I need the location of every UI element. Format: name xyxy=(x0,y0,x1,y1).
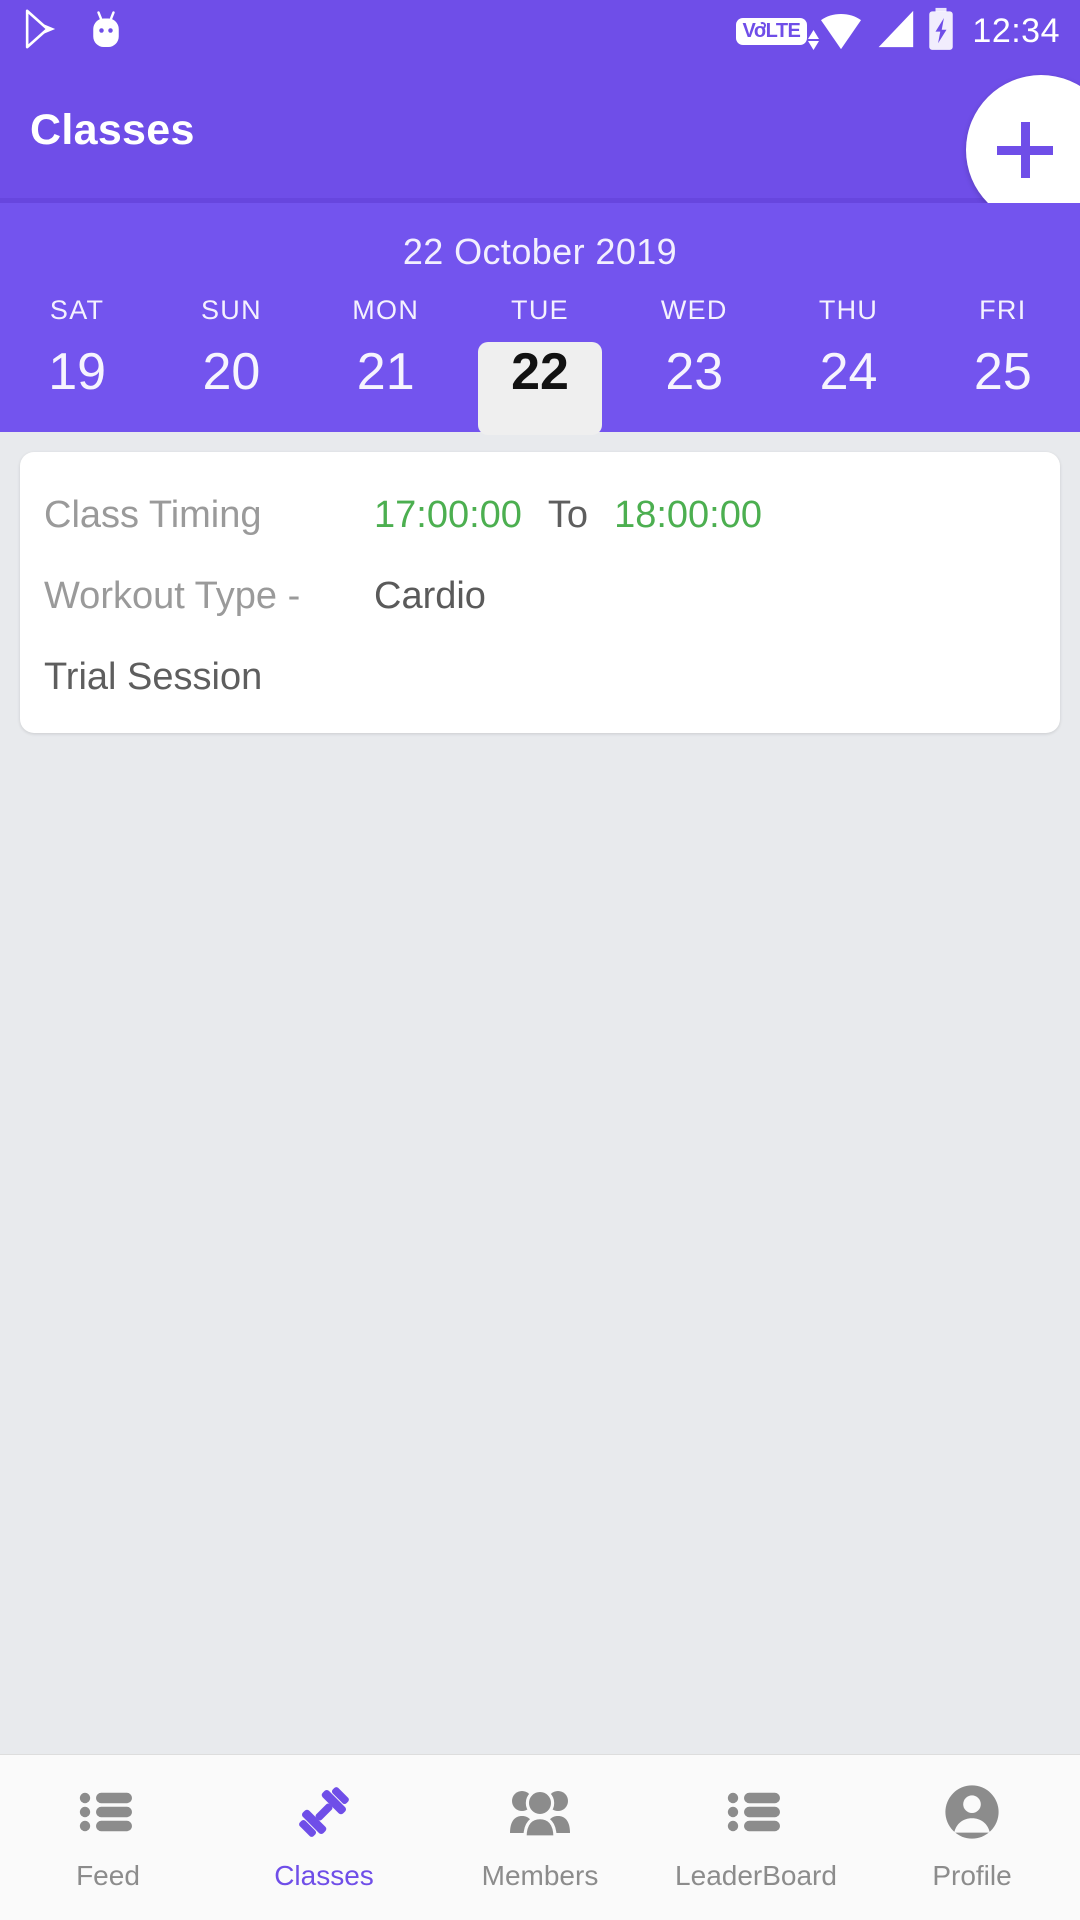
workout-type-value: Cardio xyxy=(374,575,486,617)
calendar-day-fri[interactable]: FRI 25 xyxy=(926,295,1080,398)
dumbbell-icon xyxy=(293,1781,355,1843)
status-bar-clock: 12:34 xyxy=(972,11,1060,50)
status-bar-notifications xyxy=(22,8,126,55)
calendar-strip: 22 October 2019 SAT 19 SUN 20 MON 21 TUE… xyxy=(0,203,1080,435)
calendar-day-number: 20 xyxy=(202,343,261,401)
calendar-day-number: 25 xyxy=(973,343,1032,401)
class-start-time: 17:00:00 xyxy=(374,494,522,536)
class-timing-row: Class Timing 17:00:00 To 18:00:00 xyxy=(20,494,1060,537)
calendar-day-number: 24 xyxy=(819,343,878,401)
workout-type-row: Workout Type - Cardio xyxy=(20,575,1060,618)
list-icon xyxy=(79,1781,137,1843)
class-timing-separator: To xyxy=(547,494,589,536)
class-timing-label: Class Timing xyxy=(44,494,262,536)
calendar-day-number: 19 xyxy=(48,343,107,401)
app-bar: Classes xyxy=(0,62,1080,225)
calendar-day-name: MON xyxy=(352,295,420,325)
nav-item-members[interactable]: Members xyxy=(432,1781,648,1892)
calendar-days-row: SAT 19 SUN 20 MON 21 TUE 22 WED 23 THU 2… xyxy=(0,295,1080,435)
class-list: Class Timing 17:00:00 To 18:00:00 Workou… xyxy=(0,432,1080,733)
list-icon xyxy=(727,1781,785,1843)
cellular-signal-icon xyxy=(875,9,915,54)
plus-icon xyxy=(997,122,1053,178)
nav-item-leaderboard[interactable]: LeaderBoard xyxy=(648,1781,864,1892)
nav-label: Feed xyxy=(76,1860,140,1891)
calendar-day-tue-selected[interactable]: TUE 22 xyxy=(463,295,617,435)
nav-item-classes[interactable]: Classes xyxy=(216,1781,432,1892)
nav-label: Members xyxy=(481,1860,599,1891)
calendar-day-thu[interactable]: THU 24 xyxy=(771,295,925,398)
nav-label: Classes xyxy=(274,1860,374,1891)
nav-item-profile[interactable]: Profile xyxy=(864,1781,1080,1892)
calendar-selected-date-label: 22 October 2019 xyxy=(402,231,678,272)
battery-charging-icon xyxy=(926,7,956,56)
person-circle-icon xyxy=(943,1781,1001,1843)
calendar-day-name: SAT xyxy=(49,295,105,325)
calendar-day-wed[interactable]: WED 23 xyxy=(617,295,771,398)
calendar-day-name: TUE xyxy=(511,295,569,325)
page-title: Classes xyxy=(30,105,195,154)
volte-icon: VoLTE xyxy=(735,17,808,45)
class-end-time: 18:00:00 xyxy=(614,494,762,536)
calendar-day-sat[interactable]: SAT 19 xyxy=(0,295,154,398)
android-head-icon xyxy=(86,8,126,55)
wifi-icon xyxy=(808,11,864,51)
calendar-day-name: FRI xyxy=(979,295,1027,325)
nav-label: Profile xyxy=(932,1860,1012,1891)
calendar-day-name: WED xyxy=(660,295,728,325)
people-group-icon xyxy=(509,1781,571,1843)
calendar-day-mon[interactable]: MON 21 xyxy=(309,295,463,398)
nav-label: LeaderBoard xyxy=(675,1860,837,1891)
calendar-day-name: THU xyxy=(818,295,879,325)
calendar-day-number: 23 xyxy=(665,343,724,401)
workout-type-label: Workout Type - xyxy=(44,575,301,617)
calendar-day-number: 22 xyxy=(511,343,569,401)
calendar-day-name: SUN xyxy=(200,295,262,325)
nav-item-feed[interactable]: Feed xyxy=(0,1781,216,1892)
class-card[interactable]: Class Timing 17:00:00 To 18:00:00 Workou… xyxy=(20,452,1060,733)
calendar-day-number: 21 xyxy=(356,343,415,401)
app-bar-actions xyxy=(966,75,1080,225)
session-type-label: Trial Session xyxy=(44,656,263,698)
status-bar-indicators: VoLTE 12:34 xyxy=(735,7,1060,56)
bottom-navigation: Feed Classes Members LeaderBoard Profile xyxy=(0,1754,1080,1920)
calendar-day-sun[interactable]: SUN 20 xyxy=(154,295,308,398)
play-store-icon xyxy=(22,9,60,54)
status-bar: VoLTE 12:34 xyxy=(0,0,1080,62)
